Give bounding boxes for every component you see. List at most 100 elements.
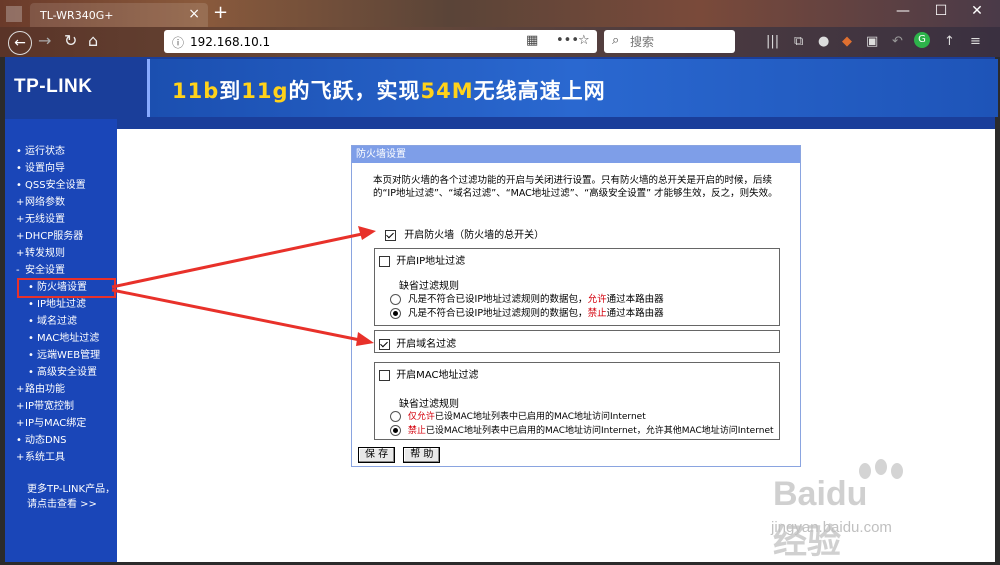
slogan-banner: 11b到11g的飞跃，实现54M无线高速上网 <box>147 59 998 117</box>
sidebar-item[interactable]: • 域名过滤 <box>16 313 100 330</box>
mac-filter-checkbox[interactable] <box>379 369 390 381</box>
sidebar-item[interactable]: • 远端WEB管理 <box>16 347 100 364</box>
menu-bullet-icon: + <box>16 231 25 242</box>
tp-link-logo: TP-LINK <box>5 57 147 119</box>
master-firewall-row: 开启防火墙（防火墙的总开关） <box>385 226 544 241</box>
sidebar-item[interactable]: +DHCP服务器 <box>16 228 100 245</box>
firewall-panel: 防火墙设置 本页对防火墙的各个过滤功能的开启与关闭进行设置。只有防火墙的总开关是… <box>351 145 801 467</box>
sidebar-item[interactable]: • 动态DNS <box>16 432 100 449</box>
slogan-text: 11b到11g的飞跃，实现54M无线高速上网 <box>172 79 606 103</box>
address-bar[interactable]: ⓘ 192.168.10.1 ▦ ••• ☆ <box>164 30 597 53</box>
sidebar-item-label: 域名过滤 <box>37 316 77 327</box>
sidebar-item-label: 设置向导 <box>25 163 65 174</box>
domain-filter-checkbox[interactable] <box>379 338 390 350</box>
sidebar-item[interactable]: • QSS安全设置 <box>16 177 100 194</box>
page-actions-icon[interactable]: ••• <box>556 33 579 48</box>
reload-icon[interactable]: ↻ <box>64 31 77 50</box>
sidebar-item-label: DHCP服务器 <box>25 231 84 242</box>
menu-bullet-icon: - <box>16 265 20 276</box>
sidebar-item-label: IP地址过滤 <box>37 299 86 310</box>
sidebar-item-label: MAC地址过滤 <box>37 333 100 344</box>
router-page: TP-LINK 11b到11g的飞跃，实现54M无线高速上网 • 运行状态 • 设置向… <box>5 57 998 562</box>
sidebar-item[interactable]: - 安全设置 <box>16 262 100 279</box>
sidebar-item[interactable]: • 设置向导 <box>16 160 100 177</box>
sidebar-item-label: 安全设置 <box>25 265 65 276</box>
forward-icon[interactable]: → <box>38 31 51 50</box>
home-icon[interactable]: ⌂ <box>88 31 98 50</box>
menu-bullet-icon: • <box>28 333 34 344</box>
panel-title: 防火墙设置 <box>352 146 800 163</box>
master-firewall-checkbox[interactable] <box>385 229 396 241</box>
sidebar-item-label: 路由功能 <box>25 384 65 395</box>
sidebar-item[interactable]: • 高级安全设置 <box>16 364 100 381</box>
menu-bullet-icon: • <box>16 435 22 446</box>
screenshot-icon[interactable]: ⧉ <box>794 34 803 49</box>
browser-tab-bar: TL-WR340G+ × + — ☐ ✕ <box>0 0 1000 27</box>
sidebar-icon[interactable]: ▣ <box>866 34 878 49</box>
sidebar-item[interactable]: +转发规则 <box>16 245 100 262</box>
sidebar-item[interactable]: +网络参数 <box>16 194 100 211</box>
sidebar-item[interactable]: • MAC地址过滤 <box>16 330 100 347</box>
mac-rule-allow: 仅允许已设MAC地址列表中已启用的MAC地址访问Internet <box>390 409 646 422</box>
menu-bullet-icon: • <box>28 316 34 327</box>
arrow-up-icon[interactable]: ↑ <box>944 34 955 49</box>
sidebar-item-label: 运行状态 <box>25 146 65 157</box>
site-info-icon[interactable]: ⓘ <box>172 34 184 51</box>
menu-bullet-icon: • <box>16 180 22 191</box>
bookmark-star-icon[interactable]: ☆ <box>578 33 590 48</box>
tab-title: TL-WR340G+ <box>40 9 114 22</box>
sidebar-item[interactable]: +系统工具 <box>16 449 100 466</box>
sidebar-item[interactable]: +IP与MAC绑定 <box>16 415 100 432</box>
sidebar-item[interactable]: +无线设置 <box>16 211 100 228</box>
sidebar-item-label: 高级安全设置 <box>37 367 97 378</box>
sidebar-item[interactable]: +路由功能 <box>16 381 100 398</box>
browser-tab[interactable]: TL-WR340G+ × <box>30 3 208 27</box>
sidebar-item-label: IP与MAC绑定 <box>25 418 87 429</box>
search-input[interactable] <box>628 33 732 51</box>
sidebar-item[interactable]: • 运行状态 <box>16 143 100 160</box>
ip-rule-allow-radio[interactable] <box>390 294 401 305</box>
mac-filter-label: 开启MAC地址过滤 <box>396 370 479 381</box>
sidebar-item[interactable]: • IP地址过滤 <box>16 296 100 313</box>
tab-close-icon[interactable]: × <box>188 6 200 22</box>
router-banner: TP-LINK 11b到11g的飞跃，实现54M无线高速上网 <box>5 57 998 119</box>
sidebar-menu: • 运行状态 • 设置向导 • QSS安全设置 +网络参数 +无线设置 +DHCP服务器 +转发规… <box>16 143 100 466</box>
watermark-site: jingyan.baidu.com <box>771 519 892 536</box>
mac-rule-allow-radio[interactable] <box>390 411 401 422</box>
tab-list-icon[interactable] <box>6 6 22 22</box>
sidebar-item-label: IP带宽控制 <box>25 401 74 412</box>
menu-bullet-icon: • <box>28 299 34 310</box>
ip-filter-checkbox[interactable] <box>379 255 390 267</box>
new-tab-icon[interactable]: + <box>213 2 228 23</box>
back-icon[interactable]: ← <box>8 31 32 55</box>
ip-rule-deny-radio[interactable] <box>390 308 401 319</box>
sidebar-item-label: 动态DNS <box>25 435 67 446</box>
domain-filter-label: 开启域名过滤 <box>396 339 457 350</box>
menu-icon[interactable]: ≡ <box>970 34 981 49</box>
library-icon[interactable]: ||| <box>766 34 779 49</box>
account-icon[interactable]: G <box>914 32 930 48</box>
help-button[interactable]: 帮 助 <box>403 447 441 463</box>
menu-bullet-icon: + <box>16 214 25 225</box>
ip-rule-deny: 凡是不符合已设IP地址过滤规则的数据包，禁止通过本路由器 <box>390 305 664 319</box>
more-products-link[interactable]: 更多TP-LINK产品， 请点击查看 >> <box>27 482 115 512</box>
sidebar-item-label: 远端WEB管理 <box>37 350 101 361</box>
menu-bullet-icon: + <box>16 401 25 412</box>
qr-code-icon[interactable]: ▦ <box>526 33 538 48</box>
search-bar[interactable]: ⌕ <box>604 30 735 53</box>
button-row: 保 存帮 助 <box>358 446 448 463</box>
menu-bullet-icon: • <box>28 367 34 378</box>
chat-icon[interactable]: ● <box>818 34 829 49</box>
sidebar-item[interactable]: +IP带宽控制 <box>16 398 100 415</box>
undo-icon[interactable]: ↶ <box>892 34 903 49</box>
extension-fox-icon[interactable]: ◆ <box>842 34 852 49</box>
domain-filter-section: 开启域名过滤 <box>374 330 780 353</box>
maximize-icon[interactable]: ☐ <box>926 3 956 23</box>
panel-description: 本页对防火墙的各个过滤功能的开启与关闭进行设置。只有防火墙的总开关是开启的时候，… <box>373 175 778 199</box>
close-window-icon[interactable]: ✕ <box>962 3 992 23</box>
minimize-icon[interactable]: — <box>888 3 918 23</box>
sidebar-item-label: 无线设置 <box>25 214 65 225</box>
menu-bullet-icon: + <box>16 248 25 259</box>
mac-rule-deny-radio[interactable] <box>390 425 401 436</box>
save-button[interactable]: 保 存 <box>358 447 396 463</box>
